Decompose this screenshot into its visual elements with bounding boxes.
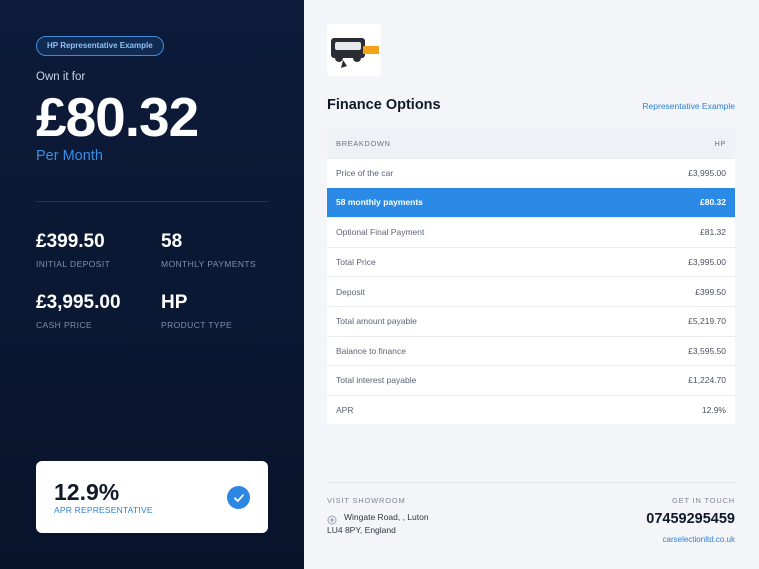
footer-divider xyxy=(327,482,735,483)
check-circle-icon xyxy=(227,486,250,509)
get-in-touch-label: GET IN TOUCH xyxy=(672,496,735,505)
header-label: BREAKDOWN xyxy=(336,139,391,148)
apr-label: APR REPRESENTATIVE xyxy=(54,505,153,515)
stat-initial-deposit: £399.50 INITIAL DEPOSIT xyxy=(36,231,110,269)
table-header: BREAKDOWN HP xyxy=(327,129,735,158)
divider xyxy=(36,201,268,202)
finance-options-title: Finance Options xyxy=(327,97,441,113)
stat-value: £399.50 xyxy=(36,231,105,252)
per-month-label: Per Month xyxy=(36,148,103,164)
row-value: £81.32 xyxy=(700,227,726,238)
row-label: 58 monthly payments xyxy=(336,197,423,208)
representative-example-link[interactable]: Representative Example xyxy=(642,101,735,111)
row-value: £3,595.50 xyxy=(688,345,726,356)
stat-value: HP xyxy=(161,292,188,313)
hp-representative-badge: HP Representative Example xyxy=(36,36,164,56)
address-line-2: LU4 8PY, England xyxy=(327,525,396,535)
stat-value: £3,995.00 xyxy=(36,292,121,313)
row-label: Price of the car xyxy=(336,168,394,179)
table-row: Total Price £3,995.00 xyxy=(327,246,735,277)
finance-panel: Finance Options Representative Example B… xyxy=(304,0,759,569)
table-row: APR 12.9% xyxy=(327,394,735,425)
apr-value: 12.9% xyxy=(54,479,120,505)
dealer-logo[interactable] xyxy=(327,24,381,76)
website-link[interactable]: carselectionltd.co.uk xyxy=(663,535,735,544)
stat-label: PRODUCT TYPE xyxy=(161,320,233,330)
car-logo-icon xyxy=(331,38,379,68)
row-value: £80.32 xyxy=(700,197,726,208)
monthly-amount: £80.32 xyxy=(36,86,199,148)
apr-card: 12.9% APR REPRESENTATIVE xyxy=(36,461,268,533)
stat-label: INITIAL DEPOSIT xyxy=(36,259,111,269)
row-value: 12.9% xyxy=(701,405,726,416)
row-value: £3,995.00 xyxy=(688,257,726,268)
finance-breakdown-table: BREAKDOWN HP Price of the car £3,995.00 … xyxy=(327,129,735,425)
table-row: Deposit £399.50 xyxy=(327,276,735,306)
row-label: Balance to finance xyxy=(336,345,406,356)
header-value: HP xyxy=(714,139,726,148)
row-value: £399.50 xyxy=(695,286,726,297)
table-row: Balance to finance £3,595.50 xyxy=(327,335,735,366)
table-row: Optional Final Payment £81.32 xyxy=(327,217,735,247)
stat-value: 58 xyxy=(161,231,183,252)
address-line-1: Wingate Road, , Luton xyxy=(344,512,429,522)
stat-label: CASH PRICE xyxy=(36,320,92,330)
row-label: Optional Final Payment xyxy=(336,227,425,238)
stat-label: MONTHLY PAYMENTS xyxy=(161,259,257,269)
summary-panel: HP Representative Example Own it for £80… xyxy=(0,0,304,569)
visit-showroom-label: VISIT SHOWROOM xyxy=(327,496,406,505)
row-label: Deposit xyxy=(336,286,365,297)
row-label: Total Price xyxy=(336,257,376,268)
row-label: Total amount payable xyxy=(336,316,417,327)
table-row: Total amount payable £5,219.70 xyxy=(327,305,735,336)
row-label: APR xyxy=(336,405,354,416)
stat-product-type: HP PRODUCT TYPE xyxy=(161,292,232,330)
row-value: £1,224.70 xyxy=(688,375,726,386)
own-it-label: Own it for xyxy=(36,71,86,83)
stat-monthly-payments: 58 MONTHLY PAYMENTS xyxy=(161,231,256,269)
row-value: £5,219.70 xyxy=(688,316,726,327)
stat-cash-price: £3,995.00 CASH PRICE xyxy=(36,292,121,330)
row-label: Total interest payable xyxy=(336,375,417,386)
row-value: £3,995.00 xyxy=(688,168,726,179)
table-row: Price of the car £3,995.00 xyxy=(327,158,735,188)
table-row-highlighted: 58 monthly payments £80.32 xyxy=(327,187,735,218)
phone-number[interactable]: 07459295459 xyxy=(646,511,735,527)
table-row: Total interest payable £1,224.70 xyxy=(327,365,735,395)
